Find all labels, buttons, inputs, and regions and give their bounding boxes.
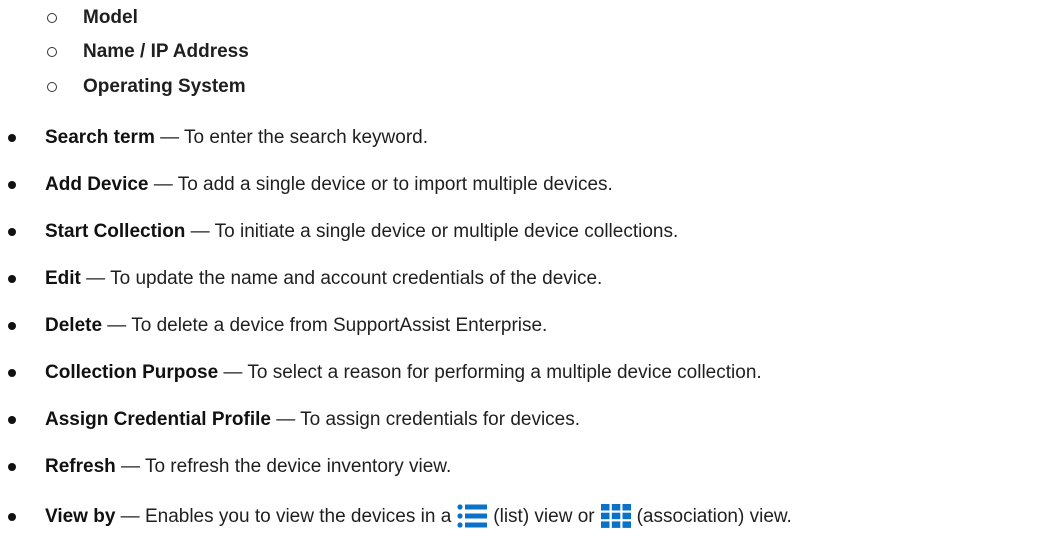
- term-label: Delete: [45, 315, 103, 336]
- term-description: — To select a reason for performing a mu…: [218, 362, 762, 383]
- term-description: — To delete a device from SupportAssist …: [102, 315, 548, 336]
- term-description: — To refresh the device inventory view.: [115, 456, 452, 477]
- bullet-icon: [8, 369, 16, 377]
- bullet-icon: [8, 322, 16, 330]
- bullet-icon: [8, 181, 16, 189]
- term-description: — To initiate a single device or multipl…: [185, 221, 679, 242]
- term-description-part-2: (list) view or: [493, 506, 595, 527]
- term-label: Collection Purpose: [45, 362, 219, 383]
- bullet-icon: [8, 513, 16, 521]
- hollow-bullet-icon: [47, 13, 57, 23]
- term-label: View by: [45, 506, 116, 527]
- sub-item-label: Name / IP Address: [83, 41, 249, 62]
- term-description: — To add a single device or to import mu…: [148, 174, 613, 195]
- term-description-part-3: (association) view.: [636, 506, 792, 527]
- bullet-icon: [8, 416, 16, 424]
- term-label: Add Device: [45, 174, 149, 195]
- term-label: Edit: [45, 268, 81, 289]
- term-description: — To enter the search keyword.: [154, 127, 429, 148]
- bullet-icon: [8, 134, 16, 142]
- term-label: Start Collection: [45, 221, 186, 242]
- bullet-icon: [8, 463, 16, 471]
- bullet-icon: [8, 228, 16, 236]
- term-description: — Enables you to view the devices in a: [115, 506, 452, 527]
- term-label: Assign Credential Profile: [45, 409, 271, 430]
- term-label: Refresh: [45, 456, 116, 477]
- term-label: Search term: [45, 127, 155, 148]
- term-description: — To update the name and account credent…: [80, 268, 603, 289]
- sub-item-label: Operating System: [83, 76, 246, 97]
- sub-item-label: Model: [83, 7, 138, 28]
- hollow-bullet-icon: [47, 47, 57, 57]
- hollow-bullet-icon: [47, 82, 57, 92]
- list-icon: [457, 504, 488, 536]
- grid-icon: [600, 504, 631, 536]
- bullet-icon: [8, 275, 16, 283]
- term-description: — To assign credentials for devices.: [270, 409, 581, 430]
